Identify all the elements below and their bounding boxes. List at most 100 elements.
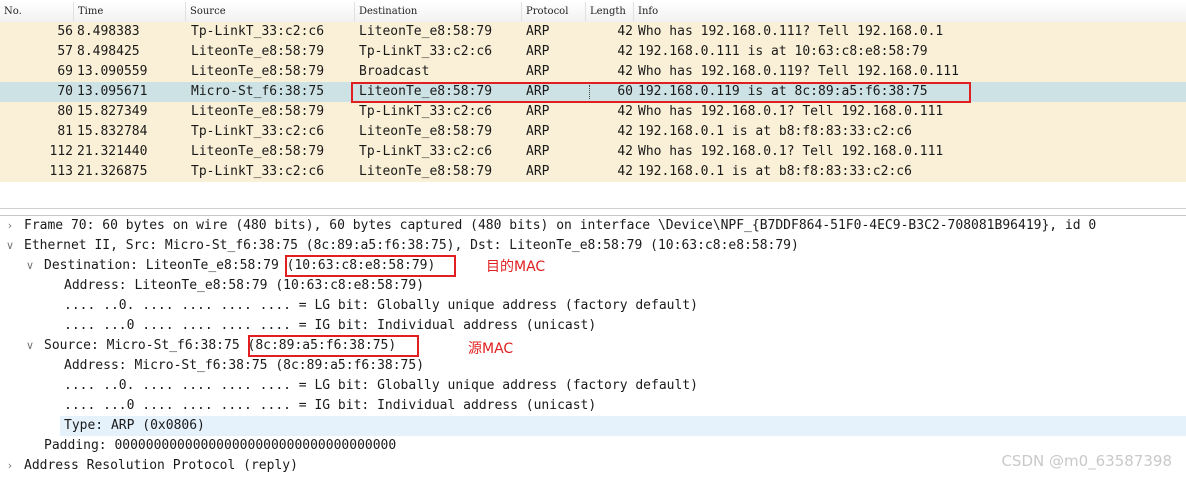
- packet-cell-no: 70: [57, 84, 73, 99]
- column-header-source[interactable]: Source: [185, 2, 354, 22]
- detail-row[interactable]: Address: LiteonTe_e8:58:79 (10:63:c8:e8:…: [0, 276, 1186, 296]
- packet-row[interactable]: 113 21.326875 Tp-LinkT_33:c2:c6 LiteonTe_e8…: [0, 162, 1186, 182]
- column-header-destination[interactable]: Destination: [354, 2, 521, 22]
- packet-cell-source: Tp-LinkT_33:c2:c6: [191, 164, 325, 179]
- packet-row[interactable]: 112 21.321440 LiteonTe_e8:58:79 Tp-LinkT_33…: [0, 142, 1186, 162]
- packet-list-pane: No. Time Source Destination Protocol Len…: [0, 0, 1186, 209]
- packet-cell-no: 113: [49, 164, 73, 179]
- packet-cell-no: 80: [57, 104, 73, 119]
- packet-cell-length: 42: [617, 64, 633, 79]
- packet-cell-length: 42: [617, 24, 633, 39]
- packet-cell-source: LiteonTe_e8:58:79: [191, 144, 325, 159]
- packet-cell-time: 15.832784: [77, 124, 148, 139]
- packet-cell-source: Tp-LinkT_33:c2:c6: [191, 124, 325, 139]
- column-header-no[interactable]: No.: [0, 2, 73, 22]
- detail-row[interactable]: ∨ Source: Micro-St_f6:38:75 (8c:89:a5:f6:…: [0, 336, 1186, 356]
- packet-cell-length: 42: [617, 164, 633, 179]
- packet-cell-protocol: ARP: [526, 24, 550, 39]
- packet-cell-info: 192.168.0.111 is at 10:63:c8:e8:58:79: [638, 44, 928, 59]
- column-header-time[interactable]: Time: [73, 2, 185, 22]
- annotation-dest-mac: 目的MAC: [486, 259, 546, 275]
- packet-cell-no: 57: [57, 44, 73, 59]
- detail-text: Ethernet II, Src: Micro-St_f6:38:75 (8c:…: [24, 238, 799, 253]
- detail-row[interactable]: .... ...0 .... .... .... .... = IG bit: …: [0, 316, 1186, 336]
- packet-cell-time: 13.095671: [77, 84, 148, 99]
- packet-cell-destination: Tp-LinkT_33:c2:c6: [359, 44, 493, 59]
- packet-cell-protocol: ARP: [526, 64, 550, 79]
- detail-text: Address: Micro-St_f6:38:75 (8c:89:a5:f6:…: [64, 358, 425, 373]
- packet-cell-info: 192.168.0.1 is at b8:f8:83:33:c2:c6: [638, 124, 912, 139]
- packet-cell-length: 42: [617, 44, 633, 59]
- collapsed-chevron-icon[interactable]: ›: [4, 216, 16, 236]
- detail-row[interactable]: .... ...0 .... .... .... .... = IG bit: …: [0, 396, 1186, 416]
- packet-row[interactable]: 80 15.827349 LiteonTe_e8:58:79 Tp-LinkT_33:…: [0, 102, 1186, 122]
- packet-details-pane: › Frame 70: 60 bytes on wire (480 bits), …: [0, 215, 1186, 479]
- detail-row[interactable]: › Frame 70: 60 bytes on wire (480 bits), …: [0, 216, 1186, 236]
- packet-cell-destination: Broadcast: [359, 64, 430, 79]
- detail-text: .... ..0. .... .... .... .... = LG bit: …: [64, 298, 698, 313]
- detail-text: Padding: 0000000000000000000000000000000…: [44, 438, 397, 453]
- packet-row[interactable]: 57 8.498425 LiteonTe_e8:58:79 Tp-LinkT_33:c…: [0, 42, 1186, 62]
- detail-row[interactable]: ∨ Destination: LiteonTe_e8:58:79 (10:63:c…: [0, 256, 1186, 276]
- expanded-chevron-icon[interactable]: ∨: [24, 336, 36, 356]
- packet-cell-protocol: ARP: [526, 44, 550, 59]
- packet-cell-info: Who has 192.168.0.1? Tell 192.168.0.111: [638, 144, 944, 159]
- packet-cell-source: LiteonTe_e8:58:79: [191, 104, 325, 119]
- detail-row[interactable]: Type: ARP (0x0806): [60, 416, 1186, 436]
- detail-text: Address: LiteonTe_e8:58:79 (10:63:c8:e8:…: [64, 278, 425, 293]
- packet-cell-destination: LiteonTe_e8:58:79: [359, 24, 493, 39]
- packet-row[interactable]: 56 8.498383 Tp-LinkT_33:c2:c6 LiteonTe_e8:5…: [0, 22, 1186, 42]
- highlight-box-src-mac: [248, 335, 419, 357]
- detail-row[interactable]: .... ..0. .... .... .... .... = LG bit: …: [0, 376, 1186, 396]
- collapsed-chevron-icon[interactable]: ›: [4, 456, 16, 476]
- column-header-bar: No. Time Source Destination Protocol Len…: [0, 2, 1186, 23]
- watermark: CSDN @m0_63587398: [1001, 452, 1172, 470]
- packet-cell-source: Micro-St_f6:38:75: [191, 84, 325, 99]
- packet-cell-length: 42: [617, 124, 633, 139]
- highlight-box-selected-packet: [351, 82, 971, 103]
- packet-cell-protocol: ARP: [526, 144, 550, 159]
- packet-cell-time: 21.321440: [77, 144, 148, 159]
- packet-cell-destination: LiteonTe_e8:58:79: [359, 124, 493, 139]
- pane-divider: [0, 208, 1186, 209]
- column-header-length[interactable]: Length: [585, 2, 633, 22]
- expanded-chevron-icon[interactable]: ∨: [24, 256, 36, 276]
- packet-row[interactable]: 81 15.832784 Tp-LinkT_33:c2:c6 LiteonTe_e8:…: [0, 122, 1186, 142]
- packet-cell-time: 15.827349: [77, 104, 148, 119]
- detail-text: .... ...0 .... .... .... .... = IG bit: …: [64, 318, 597, 333]
- packet-cell-source: LiteonTe_e8:58:79: [191, 64, 325, 79]
- packet-cell-info: 192.168.0.1 is at b8:f8:83:33:c2:c6: [638, 164, 912, 179]
- packet-cell-time: 21.326875: [77, 164, 148, 179]
- packet-cell-destination: Tp-LinkT_33:c2:c6: [359, 104, 493, 119]
- packet-cell-info: Who has 192.168.0.119? Tell 192.168.0.11…: [638, 64, 959, 79]
- packet-cell-no: 81: [57, 124, 73, 139]
- detail-row[interactable]: ∨ Ethernet II, Src: Micro-St_f6:38:75 (8c…: [0, 236, 1186, 256]
- packet-cell-destination: Tp-LinkT_33:c2:c6: [359, 144, 493, 159]
- detail-text: .... ..0. .... .... .... .... = LG bit: …: [64, 378, 698, 393]
- packet-cell-time: 13.090559: [77, 64, 148, 79]
- packet-cell-source: Tp-LinkT_33:c2:c6: [191, 24, 325, 39]
- annotation-src-mac: 源MAC: [468, 341, 514, 357]
- column-header-protocol[interactable]: Protocol: [521, 2, 585, 22]
- packet-cell-info: Who has 192.168.0.111? Tell 192.168.0.1: [638, 24, 944, 39]
- detail-text: Type: ARP (0x0806): [64, 418, 205, 433]
- packet-row[interactable]: 69 13.090559 LiteonTe_e8:58:79 Broadcast ARP…: [0, 62, 1186, 82]
- detail-text: Frame 70: 60 bytes on wire (480 bits), 6…: [24, 218, 1097, 233]
- packet-cell-time: 8.498425: [77, 44, 140, 59]
- detail-text: .... ...0 .... .... .... .... = IG bit: …: [64, 398, 597, 413]
- highlight-box-dest-mac: [285, 255, 456, 277]
- detail-row[interactable]: Address: Micro-St_f6:38:75 (8c:89:a5:f6:…: [0, 356, 1186, 376]
- packet-cell-time: 8.498383: [77, 24, 140, 39]
- packet-cell-no: 69: [57, 64, 73, 79]
- column-header-info[interactable]: Info: [633, 2, 1186, 22]
- packet-cell-length: 42: [617, 144, 633, 159]
- packet-cell-no: 56: [57, 24, 73, 39]
- detail-row[interactable]: .... ..0. .... .... .... .... = LG bit: …: [0, 296, 1186, 316]
- packet-cell-length: 42: [617, 104, 633, 119]
- packet-cell-destination: LiteonTe_e8:58:79: [359, 164, 493, 179]
- expanded-chevron-icon[interactable]: ∨: [4, 236, 16, 256]
- detail-text: Address Resolution Protocol (reply): [24, 458, 298, 473]
- packet-cell-protocol: ARP: [526, 104, 550, 119]
- packet-cell-protocol: ARP: [526, 164, 550, 179]
- packet-cell-source: LiteonTe_e8:58:79: [191, 44, 325, 59]
